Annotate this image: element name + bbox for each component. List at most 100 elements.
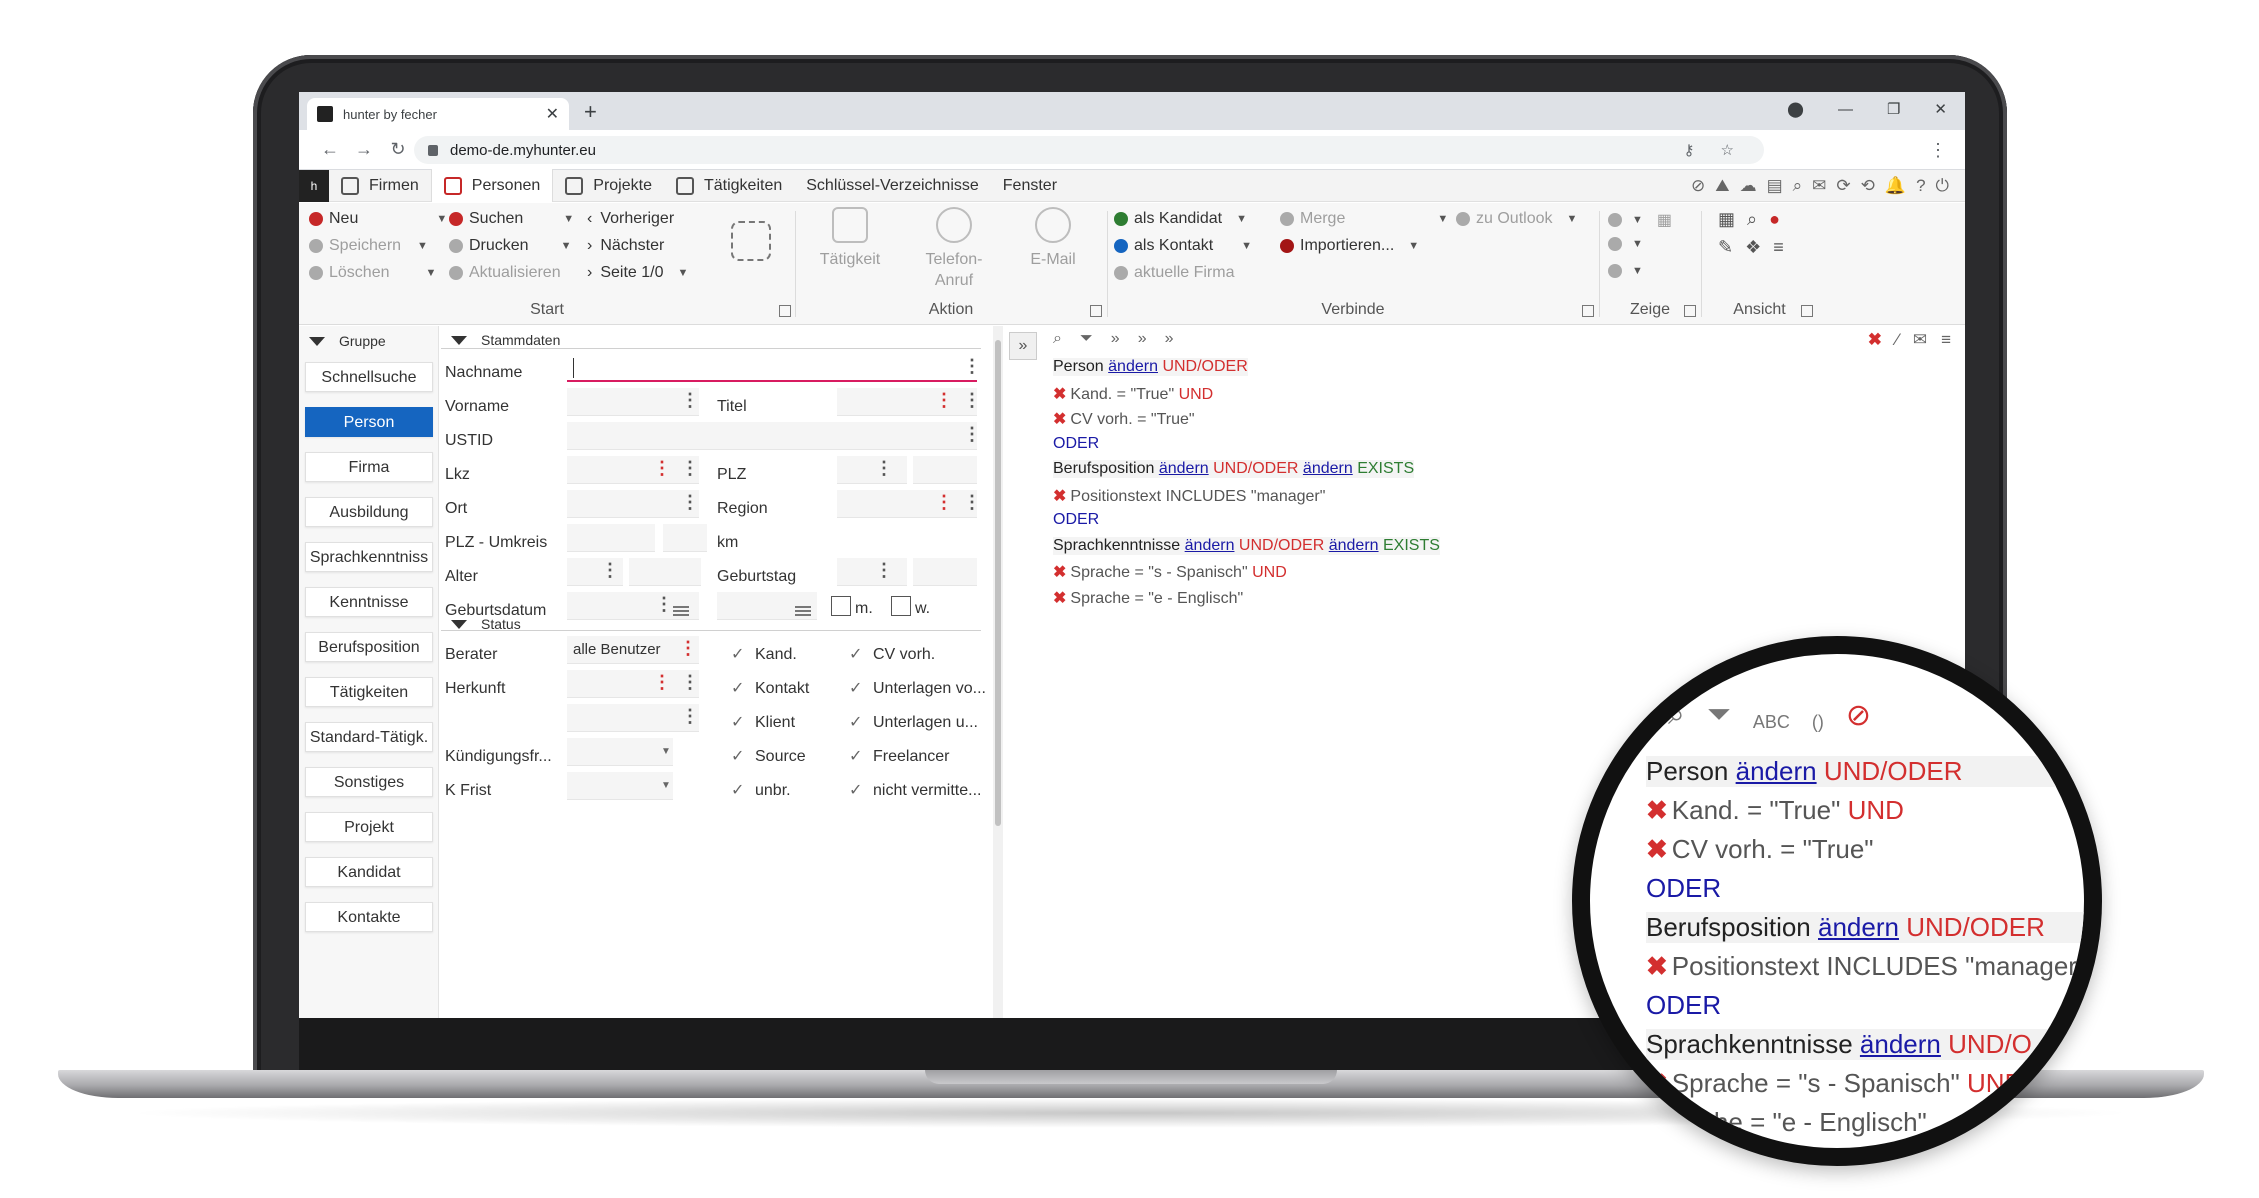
nav-kenntnisse[interactable]: Kenntnisse (305, 587, 433, 617)
cloud-icon[interactable]: ☁ (1740, 176, 1757, 196)
zeige-option-2[interactable]: ▼ (1608, 237, 1643, 251)
seite-selector[interactable]: › Seite 1/0 ▼ (587, 264, 688, 282)
bell-icon[interactable]: 🔔 (1885, 176, 1906, 196)
checkmark-icon[interactable]: ✓ (849, 644, 862, 664)
chat-icon[interactable]: ✉ (1812, 176, 1826, 196)
remove-condition-icon[interactable]: ✖ (1646, 951, 1668, 981)
aendern-link[interactable]: ändern (1329, 537, 1379, 554)
dialog-launcher-icon[interactable] (1684, 305, 1696, 317)
chart-icon[interactable]: ⛰ (1715, 176, 1729, 196)
field-menu-icon[interactable]: ⋮ (875, 560, 893, 581)
nav-standard-taetigk[interactable]: Standard-Tätigk. (305, 722, 433, 752)
umkreis-distance-field[interactable] (663, 524, 707, 552)
als-kontakt-button[interactable]: als Kontakt ▼ (1114, 237, 1252, 255)
lkz-field[interactable] (567, 456, 699, 484)
checkmark-icon[interactable]: ✓ (731, 780, 744, 800)
email-button[interactable]: E-Mail (1018, 207, 1088, 270)
remove-condition-icon[interactable]: ✖ (1053, 488, 1066, 505)
suchen-button[interactable]: Suchen ▼ (449, 210, 574, 228)
maximize-button[interactable]: ❐ (1887, 100, 1900, 118)
field-menu-icon[interactable]: ⋮ (681, 492, 699, 513)
field-menu-icon[interactable]: ⋮ (963, 492, 981, 513)
help-icon[interactable]: ? (1916, 176, 1925, 196)
remove-condition-icon[interactable]: ✖ (1646, 795, 1668, 825)
remove-condition-icon[interactable]: ✖ (1053, 590, 1066, 607)
profile-icon[interactable]: ⬤ (1787, 100, 1804, 118)
aendern-link[interactable]: ändern (1860, 1029, 1941, 1059)
aendern-link[interactable]: ändern (1303, 460, 1353, 477)
dialog-launcher-icon[interactable] (1582, 305, 1594, 317)
table-icon[interactable]: ▦ (1718, 209, 1735, 230)
menu-personen[interactable]: Personen (430, 169, 554, 202)
required-menu-icon[interactable]: ⋮ (653, 458, 671, 479)
list-collapse-icon[interactable]: ≡ (1773, 237, 1784, 258)
field-menu-icon[interactable]: ⋮ (963, 424, 981, 445)
scrollbar-thumb[interactable] (995, 340, 1001, 826)
als-kandidat-button[interactable]: als Kandidat ▼ (1114, 210, 1247, 228)
required-menu-icon[interactable]: ⋮ (679, 638, 697, 659)
hunter-logo[interactable]: h (299, 169, 329, 202)
field-menu-icon[interactable]: ⋮ (963, 390, 981, 411)
herkunft-detail-field[interactable] (567, 704, 699, 732)
person-lock-icon[interactable]: ● (1769, 209, 1780, 230)
vorheriger-button[interactable]: ‹ Vorheriger (587, 210, 674, 228)
dialog-launcher-icon[interactable] (1801, 305, 1813, 317)
drucken-button[interactable]: Drucken ▼ (449, 237, 571, 255)
required-menu-icon[interactable]: ⋮ (653, 672, 671, 693)
magic-wand-icon[interactable]: ⁄ (1896, 330, 1899, 350)
compass-icon[interactable]: ⊘ (1691, 176, 1705, 196)
telefon-button[interactable]: Telefon- Anruf (914, 207, 994, 291)
zu-outlook-button[interactable]: zu Outlook ▼ (1456, 210, 1577, 228)
ort-field[interactable] (567, 490, 699, 518)
neu-button[interactable]: Neu ▼ (309, 210, 447, 228)
clear-filter-icon[interactable]: » (1165, 330, 1174, 348)
search-icon[interactable]: ⌕ (1053, 330, 1062, 348)
geburtstag-field[interactable] (837, 558, 907, 586)
url-field[interactable]: demo-de.myhunter.eu ⚷ ☆ (414, 136, 1764, 164)
merge-button[interactable]: Merge ▼ (1280, 210, 1448, 228)
dialog-launcher-icon[interactable] (1090, 305, 1102, 317)
checkmark-icon[interactable]: ✓ (731, 712, 744, 732)
titel-field[interactable] (837, 388, 977, 416)
browser-tab[interactable]: hunter by fecher ✕ (307, 98, 569, 130)
geburtstag-to-field[interactable] (913, 558, 977, 586)
menu-schluessel[interactable]: Schlüssel-Verzeichnisse (794, 170, 991, 202)
taetigkeit-button[interactable]: Tätigkeit (810, 207, 890, 270)
aendern-link[interactable]: ändern (1159, 460, 1209, 477)
nav-ausbildung[interactable]: Ausbildung (305, 497, 433, 527)
nachname-field[interactable] (567, 354, 977, 382)
refresh-icon[interactable]: ⟳ (1836, 176, 1850, 196)
field-menu-icon[interactable]: ⋮ (681, 390, 699, 411)
plz-field[interactable] (837, 456, 907, 484)
plz-umkreis-field[interactable] (567, 524, 655, 552)
ustid-field[interactable] (567, 422, 977, 450)
abc-icon[interactable]: » (1111, 330, 1120, 348)
aendern-link[interactable]: ändern (1185, 537, 1235, 554)
menu-fenster[interactable]: Fenster (991, 170, 1069, 202)
filter-icon[interactable]: ⏷ (1080, 330, 1093, 348)
nav-kontakte[interactable]: Kontakte (305, 902, 433, 932)
vorname-field[interactable] (567, 388, 699, 416)
power-icon[interactable]: ⏻ (1936, 176, 1949, 196)
checkmark-icon[interactable]: ✓ (849, 780, 862, 800)
field-menu-icon[interactable]: ⋮ (655, 594, 673, 615)
close-window-button[interactable]: ✕ (1934, 100, 1947, 118)
alter-to-field[interactable] (629, 558, 701, 586)
k-frist-select[interactable] (567, 772, 673, 800)
form-scrollbar[interactable] (993, 326, 1003, 1018)
nav-kandidat[interactable]: Kandidat (305, 857, 433, 887)
minimize-button[interactable]: — (1838, 101, 1853, 118)
stats-icon[interactable]: ▤ (1767, 176, 1783, 196)
nav-person[interactable]: Person (305, 407, 433, 437)
list-icon[interactable] (795, 606, 811, 616)
checkmark-icon[interactable]: ✓ (849, 678, 862, 698)
menu-firmen[interactable]: Firmen (329, 170, 431, 202)
section-stammdaten[interactable]: Stammdaten (451, 332, 560, 348)
expand-panel-button[interactable]: » (1009, 332, 1037, 360)
naechster-button[interactable]: › Nächster (587, 237, 664, 255)
layers-icon[interactable]: ❖ (1745, 237, 1761, 258)
chevron-down-icon[interactable]: ▼ (661, 780, 671, 791)
gender-w-checkbox[interactable] (891, 596, 911, 616)
browser-menu-icon[interactable]: ⋮ (1929, 140, 1947, 161)
menu-taetigkeiten[interactable]: Tätigkeiten (664, 170, 794, 202)
